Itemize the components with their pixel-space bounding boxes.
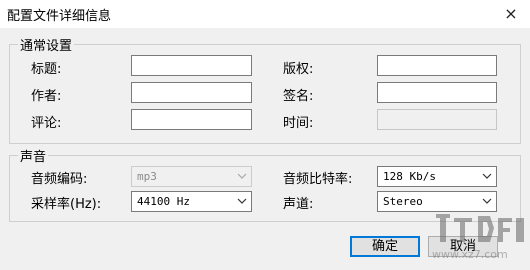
encoding-select: mp3 (131, 166, 252, 187)
ok-button[interactable]: 确定 (350, 236, 420, 257)
title-input[interactable] (131, 55, 252, 76)
time-label: 时间: (283, 116, 314, 131)
chevron-down-icon[interactable] (482, 171, 492, 181)
signature-label: 签名: (283, 89, 314, 104)
samplerate-label: 采样率(Hz): (31, 197, 102, 212)
encoding-label: 音频编码: (31, 172, 88, 187)
author-label: 作者: (31, 89, 62, 104)
comment-input[interactable] (131, 109, 252, 130)
author-input[interactable] (131, 82, 252, 103)
bitrate-label: 音频比特率: (283, 172, 353, 187)
comment-label: 评论: (31, 116, 62, 131)
download-logo-icon (436, 214, 524, 242)
title-label: 标题: (31, 62, 62, 77)
samplerate-select[interactable]: 44100 Hz (131, 191, 252, 212)
title-bar: 配置文件详细信息 × (0, 0, 530, 28)
time-input (377, 109, 497, 130)
samplerate-value: 44100 Hz (137, 195, 190, 208)
chevron-down-icon (237, 173, 247, 179)
chevron-down-icon[interactable] (482, 196, 492, 206)
channel-label: 声道: (283, 197, 314, 212)
bitrate-select[interactable]: 128 Kb/s (377, 166, 497, 187)
chevron-down-icon[interactable] (237, 196, 247, 206)
channel-value: Stereo (383, 195, 423, 208)
watermark-text: www.xz7.com (432, 248, 508, 261)
copyright-label: 版权: (283, 62, 314, 77)
copyright-input[interactable] (377, 55, 497, 76)
general-settings-legend: 通常设置 (18, 35, 75, 54)
bitrate-value: 128 Kb/s (383, 170, 436, 183)
signature-input[interactable] (377, 82, 497, 103)
window-title: 配置文件详细信息 (7, 9, 112, 24)
encoding-value: mp3 (137, 170, 157, 183)
close-icon[interactable]: × (500, 3, 522, 25)
watermark-logo: www.xz7.com (430, 206, 530, 270)
audio-legend: 声音 (18, 146, 49, 165)
